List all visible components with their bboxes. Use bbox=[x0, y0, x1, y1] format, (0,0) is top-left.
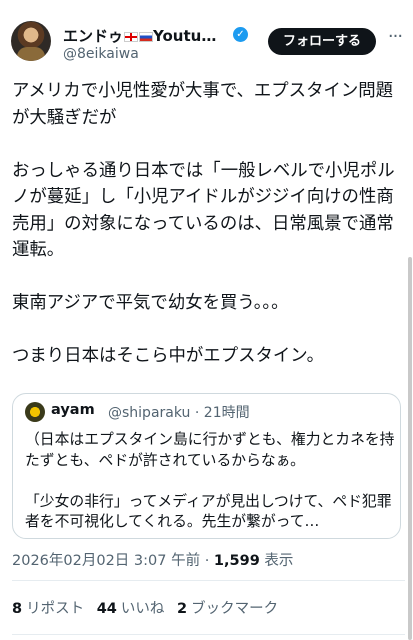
tweet-meta: 2026年02月02日 3:07 午前 · 1,599 表示 bbox=[12, 549, 293, 570]
quote-author-name: ayam bbox=[51, 402, 95, 418]
tweet-paragraph bbox=[12, 264, 402, 291]
quote-paragraph: 「少女の非行」ってメディアが見出しつけて、ペド犯罪者を不可視化してくれる。先生が… bbox=[25, 492, 392, 531]
divider bbox=[12, 580, 405, 581]
follow-button[interactable]: フォローする bbox=[268, 28, 376, 55]
quote-author-meta: @shiparaku · 21時間 bbox=[108, 402, 250, 422]
tweet-stats: 8 リポスト 44 いいね 2 ブックマーク bbox=[12, 597, 286, 618]
views-label: 表示 bbox=[264, 553, 294, 569]
quote-handle: @shiparaku bbox=[108, 405, 191, 421]
reposts-stat[interactable]: 8 リポスト bbox=[12, 597, 84, 618]
bookmarks-count: 2 bbox=[177, 601, 188, 617]
views-count: 1,599 bbox=[213, 553, 260, 569]
display-name-text: エンドゥ bbox=[63, 27, 124, 45]
tweet-paragraph bbox=[12, 317, 402, 344]
reposts-label: リポスト bbox=[26, 601, 85, 617]
verified-icon[interactable]: ✓ bbox=[233, 27, 248, 42]
tweet-paragraph: おっしゃる通り日本では「一般レベルで小児ポルノが蔓延」し「小児アイドルがジジイ向… bbox=[12, 160, 395, 261]
meta-separator: · bbox=[204, 553, 210, 569]
quote-separator: · bbox=[194, 405, 200, 421]
quote-paragraph bbox=[25, 471, 395, 492]
divider bbox=[12, 634, 405, 635]
tweet-paragraph: つまり日本はそこら中がエプスタイン。 bbox=[12, 346, 324, 366]
tweet-header: エンドゥ Youtu… ✓ @8eikaiwa フォローする ··· bbox=[0, 0, 413, 74]
tweet-timestamp[interactable]: 2026年02月02日 3:07 午前 bbox=[12, 553, 200, 569]
tweet-text: アメリカで小児性愛が大事で、エプスタイン問題が大騒ぎだが おっしゃる通り日本では… bbox=[12, 78, 402, 370]
author-handle[interactable]: @8eikaiwa bbox=[63, 46, 139, 62]
likes-label: いいね bbox=[120, 601, 165, 617]
bookmarks-stat[interactable]: 2 ブックマーク bbox=[177, 597, 278, 618]
tweet-paragraph: 東南アジアで平気で幼女を買う。。。 bbox=[12, 293, 289, 313]
author-avatar[interactable] bbox=[11, 21, 51, 61]
likes-stat[interactable]: 44 いいね bbox=[97, 597, 165, 618]
likes-count: 44 bbox=[96, 601, 117, 617]
quote-author-avatar bbox=[25, 402, 45, 422]
quote-time: 21時間 bbox=[203, 405, 250, 421]
bookmarks-label: ブックマーク bbox=[191, 601, 279, 617]
display-name-suffix: Youtu… bbox=[153, 27, 217, 45]
tweet-paragraph: アメリカで小児性愛が大事で、エプスタイン問題が大騒ぎだが bbox=[12, 81, 394, 128]
quote-paragraph: （日本はエプスタイン島に行かずとも、権力とカネを持たずとも、ペドが許されているか… bbox=[25, 431, 395, 469]
scrollbar[interactable] bbox=[408, 257, 412, 640]
tweet-paragraph bbox=[12, 131, 402, 158]
russia-flag-icon bbox=[139, 32, 154, 42]
georgia-flag-icon bbox=[124, 32, 139, 42]
more-icon[interactable]: ··· bbox=[384, 28, 406, 52]
author-display-name[interactable]: エンドゥ Youtu… bbox=[63, 25, 233, 46]
reposts-count: 8 bbox=[12, 601, 23, 617]
quoted-tweet[interactable]: ayam @shiparaku · 21時間 （日本はエプスタイン島に行かずとも… bbox=[12, 393, 401, 539]
quote-text: （日本はエプスタイン島に行かずとも、権力とカネを持たずとも、ペドが許されているか… bbox=[25, 430, 395, 533]
